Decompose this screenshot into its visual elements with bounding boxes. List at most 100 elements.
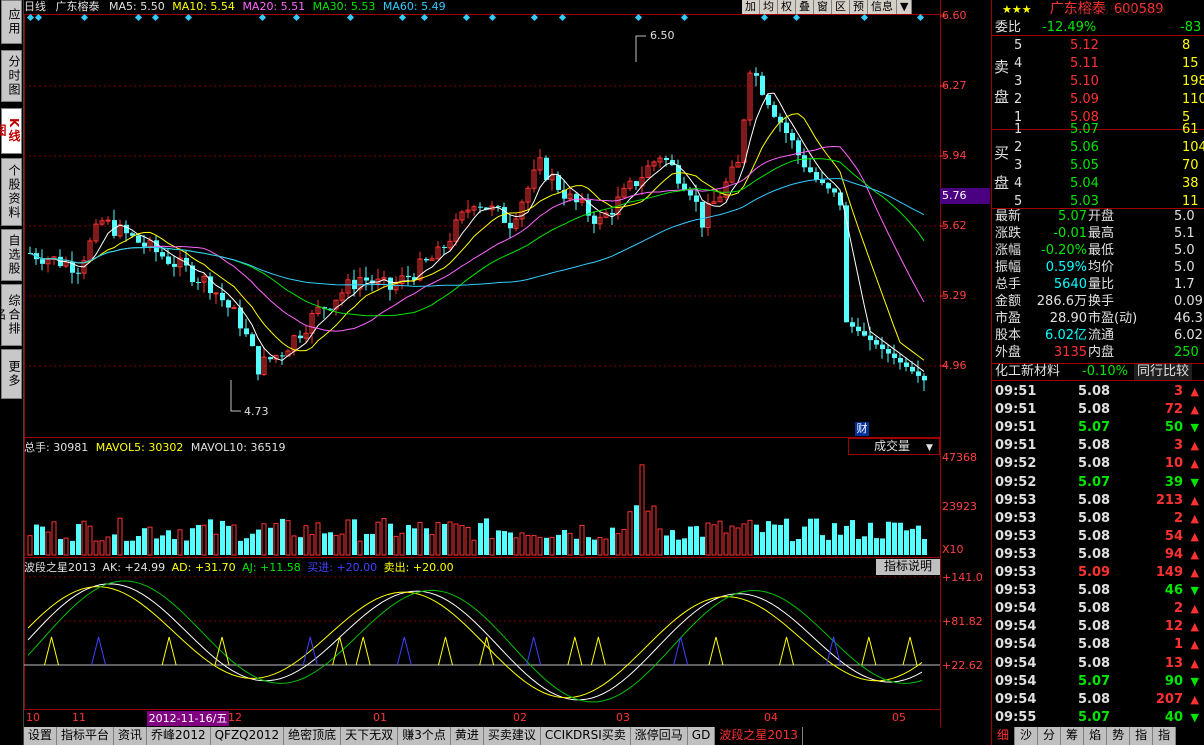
signal-triangle <box>708 636 724 666</box>
volume-bar <box>375 521 381 556</box>
finance-marker[interactable]: 财 <box>855 422 869 436</box>
indicator-help-button[interactable]: 指标说明 <box>876 559 940 575</box>
volume-bar <box>705 522 711 556</box>
stat-value: 5.0 <box>1174 209 1195 224</box>
tab-ranking[interactable]: 综合排名 <box>0 284 22 346</box>
candlestick-series <box>28 67 927 391</box>
candle-body <box>832 188 837 193</box>
buy-level: 2 5.06 104 <box>992 140 1204 156</box>
tab-more[interactable]: 更多 <box>1 349 22 399</box>
indicator-tab[interactable]: 黄进 <box>450 727 484 745</box>
indicator-panel-border <box>24 557 941 710</box>
volume-selector[interactable]: 成交量 ▼ <box>848 438 940 455</box>
stat-value: 28.90 <box>1049 311 1087 326</box>
candle-body <box>592 215 597 224</box>
event-marker-diamond <box>760 13 769 22</box>
tick-time: 09:54 <box>995 655 1037 671</box>
peer-compare-button[interactable]: 同行比较 <box>1134 364 1193 380</box>
quote-tab[interactable]: 沙 <box>1015 727 1039 745</box>
event-marker-diamond <box>151 13 160 22</box>
volume-bar <box>172 539 177 555</box>
candle-body <box>166 256 171 264</box>
quote-tab[interactable]: 势 <box>1107 727 1131 745</box>
event-marker-diamond <box>292 13 301 22</box>
candle-body <box>784 122 789 133</box>
tab-kline[interactable]: K线图 <box>0 108 22 154</box>
candle-body <box>364 277 369 281</box>
volume-bar <box>729 525 735 556</box>
indicator-tab[interactable]: 乔峰2012 <box>147 727 211 745</box>
tab-stock-info[interactable]: 个股资料 <box>1 158 22 226</box>
indicator-tab[interactable]: 赚3个点 <box>398 727 451 745</box>
buy-level: 3 5.05 70 <box>992 158 1204 174</box>
arrow-up-icon: ▲ <box>1190 602 1199 616</box>
indicator-tab[interactable]: 指标平台 <box>57 727 115 745</box>
stat-value: 0.09 <box>1174 294 1203 309</box>
candle-body <box>496 206 501 208</box>
volume-bar <box>645 510 651 556</box>
volume-bar <box>196 524 201 555</box>
indicator-ad: AD: +31.70 <box>171 561 236 574</box>
indicator-tab[interactable]: 设置 <box>24 727 58 745</box>
stat-value: 6.02 <box>1174 328 1203 343</box>
volume-bar <box>154 538 159 555</box>
tick-time: 09:54 <box>995 637 1037 653</box>
volume-bar <box>58 539 63 555</box>
volume-bar <box>256 529 261 555</box>
indicator-tab[interactable]: 天下无双 <box>341 727 399 745</box>
indicator-tab[interactable]: CCIKDRSI买卖 <box>540 727 631 745</box>
quote-tab[interactable]: 指 <box>1130 727 1154 745</box>
level-price: 5.10 <box>1070 74 1099 89</box>
volume-bar <box>489 538 495 556</box>
quote-stat-row: 金额 286.6万 换手 0.09 <box>992 294 1204 310</box>
quote-panel: ★★★ 广东榕泰 600589 www.5518.com 委比 -12.49% … <box>991 0 1204 745</box>
candle-body <box>244 328 249 335</box>
indicator-tab[interactable]: 波段之星2013 <box>715 727 803 745</box>
candle-body <box>916 371 921 376</box>
level-index: 3 <box>1014 158 1023 173</box>
tab-app[interactable]: 应用 <box>1 0 22 44</box>
volume-bar <box>208 519 213 555</box>
level-volume: 38 <box>1182 176 1199 191</box>
volume-bar <box>370 533 375 555</box>
volume-bar <box>63 537 69 556</box>
volume-bar <box>790 541 795 555</box>
tick-volume: 3 <box>1173 384 1183 399</box>
volume-bar <box>124 540 129 555</box>
volume-bar <box>682 538 687 555</box>
quote-tab[interactable]: 分 <box>1038 727 1062 745</box>
arrow-down-icon: ▼ <box>1190 421 1199 435</box>
volume-bar <box>544 537 549 555</box>
quote-tab[interactable]: 焰 <box>1084 727 1108 745</box>
indicator-tab[interactable]: 涨停回马 <box>630 727 688 745</box>
indicator-tab[interactable]: QFZQ2012 <box>210 727 285 745</box>
candle-body <box>772 105 777 117</box>
stat-label: 量比 <box>1088 277 1115 292</box>
indicator-tab[interactable]: GD <box>687 727 716 745</box>
indicator-tab[interactable]: 买卖建议 <box>483 727 541 745</box>
quote-tab[interactable]: 指 <box>1153 727 1177 745</box>
indicator-tab[interactable]: 资讯 <box>114 727 148 745</box>
tab-timeshare[interactable]: 分时图 <box>1 50 22 102</box>
volume-bar <box>525 534 531 556</box>
level-volume: 110 <box>1182 92 1204 107</box>
tab-watchlist[interactable]: 自选股 <box>1 229 22 281</box>
indicator-header: 波段之星2013 AK: +24.99 AD: +31.70 AJ: +11.5… <box>24 559 454 575</box>
quote-tab[interactable]: 细 <box>992 727 1016 745</box>
date-cursor-label: 2012-11-16/五 <box>147 711 229 726</box>
stat-label: 外盘 <box>995 345 1022 360</box>
volume-bar <box>417 521 423 556</box>
level-volume: 15 <box>1182 56 1199 71</box>
tick-price: 5.08 <box>1078 655 1111 671</box>
candle-body <box>40 259 45 264</box>
quote-tab[interactable]: 筹 <box>1061 727 1085 745</box>
stat-value: -0.01 <box>1053 226 1087 241</box>
date-axis-label: 11 <box>72 711 86 724</box>
volume-bar <box>177 529 183 556</box>
event-marker-diamond <box>134 13 143 22</box>
star-icon: ★★★ <box>1002 3 1032 16</box>
volume-bar <box>826 539 831 555</box>
stat-value: 6.02亿 <box>1045 328 1087 343</box>
candle-body <box>280 355 285 357</box>
indicator-tab[interactable]: 绝密顶底 <box>284 727 342 745</box>
